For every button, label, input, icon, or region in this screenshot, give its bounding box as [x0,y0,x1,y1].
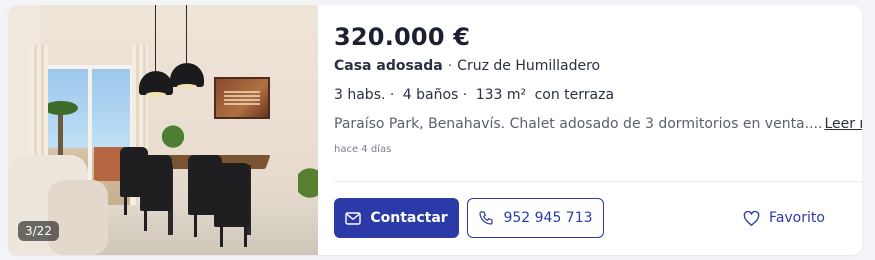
property-type: Casa adosada [334,58,443,74]
photo-wall-art [214,77,270,119]
divider [334,181,862,182]
contact-button[interactable]: Contactar [334,198,459,238]
phone-icon [479,211,494,225]
description-text: Paraíso Park, Benahavís. Chalet adosado … [334,116,823,132]
favorite-button-label: Favorito [769,210,825,226]
photo-sofa-cushion [48,180,108,255]
feature-area: 133 m² [475,87,527,103]
photo-chair [140,155,172,211]
heart-icon [743,210,760,226]
photo-plant [298,163,318,213]
separator: · [447,58,453,74]
photo-counter: 3/22 [18,221,59,241]
photo-plant [156,115,190,151]
property-location: Cruz de Humilladero [457,58,601,74]
listing-type-line: Casa adosada · Cruz de Humilladero [334,58,600,74]
listing-date: hace 4 días [334,144,392,155]
feature-rooms: 3 habs. · [334,87,395,103]
feature-baths: 4 baños · [402,87,468,103]
read-more-link[interactable]: Leer más [824,116,862,132]
feature-extra: con terraza [534,87,615,103]
envelope-icon [345,211,362,225]
listing-photo[interactable]: 3/22 [8,5,318,255]
listing-info: 320.000 € Casa adosada · Cruz de Humillade… [334,5,862,255]
photo-chair [214,163,250,227]
listing-description: Paraíso Park, Benahavís. Chalet adosado … [334,116,862,132]
contact-button-label: Contactar [370,210,448,226]
listing-card[interactable]: 3/22 320.000 € Casa adosada · Cruz de Humi… [8,5,862,255]
phone-button[interactable]: 952 945 713 [467,198,604,238]
phone-button-label: 952 945 713 [503,210,593,226]
listing-features: 3 habs. · 4 baños · 133 m² con terraza [334,87,618,103]
favorite-button[interactable]: Favorito [734,198,834,238]
listing-price[interactable]: 320.000 € [334,23,470,51]
